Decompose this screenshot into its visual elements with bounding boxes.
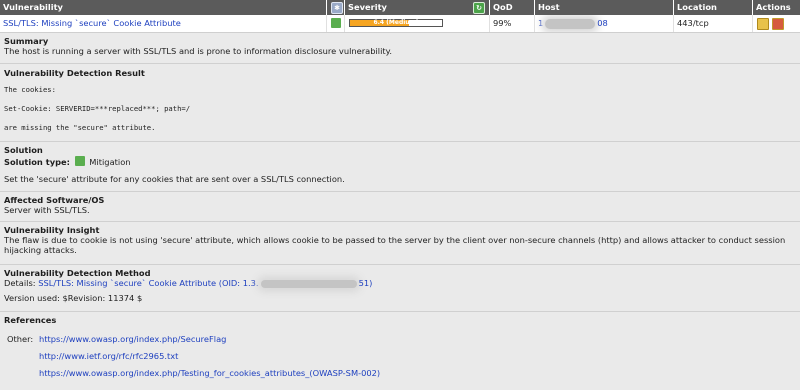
details-icon[interactable] — [757, 17, 769, 30]
redacted-host — [545, 18, 596, 29]
solution-type-cell — [327, 15, 345, 32]
details-label: Details: — [4, 278, 36, 288]
location-value: 443/tcp — [677, 18, 709, 28]
summary-title: Summary — [4, 36, 49, 46]
solution-section: Solution Solution type: Mitigation Set t… — [0, 141, 800, 184]
summary-section: Summary The host is running a server wit… — [0, 36, 800, 56]
column-location[interactable]: Location — [674, 0, 753, 15]
detection-result-title: Vulnerability Detection Result — [4, 68, 145, 78]
sort-icon[interactable]: ↻ — [473, 2, 485, 14]
column-severity[interactable]: Severity ↻ — [345, 0, 490, 15]
reference-link-3[interactable]: https://www.owasp.org/index.php/Testing_… — [39, 368, 380, 378]
host-link[interactable]: 1 08 — [538, 18, 608, 29]
actions-cell — [753, 15, 800, 32]
redacted-oid — [260, 279, 357, 288]
solution-type-value: Mitigation — [89, 157, 131, 167]
column-severity-label: Severity — [348, 2, 387, 12]
column-vulnerability-label: Vulnerability — [3, 2, 63, 12]
detection-method-title: Vulnerability Detection Method — [4, 268, 151, 278]
puzzle-icon: ✱ — [331, 2, 343, 14]
severity-bar-label: 6.4 (Medium) — [373, 19, 419, 26]
table-row: SSL/TLS: Missing `secure` Cookie Attribu… — [0, 15, 800, 33]
column-actions-label: Actions — [756, 2, 791, 12]
override-icon[interactable] — [771, 17, 784, 30]
detection-result-line3: are missing the "secure" attribute. — [4, 123, 156, 132]
insight-line2: hijacking attacks. — [4, 245, 77, 255]
host-cell: 1 08 — [535, 15, 674, 32]
column-solution-type[interactable]: ✱ — [327, 0, 345, 15]
detection-result-section: Vulnerability Detection Result The cooki… — [0, 63, 800, 140]
insight-title: Vulnerability Insight — [4, 225, 100, 235]
mitigation-icon — [331, 17, 341, 28]
column-host[interactable]: Host — [535, 0, 674, 15]
severity-cell: 6.4 (Medium) — [345, 15, 490, 32]
affected-text: Server with SSL/TLS. — [4, 205, 90, 215]
detection-method-link[interactable]: SSL/TLS: Missing `secure` Cookie Attribu… — [38, 278, 372, 288]
solution-text: Set the 'secure' attribute for any cooki… — [4, 173, 345, 184]
severity-bar: 6.4 (Medium) — [349, 19, 443, 27]
solution-type-label: Solution type: — [4, 157, 70, 167]
column-vulnerability[interactable]: Vulnerability — [0, 0, 327, 15]
result-details: Summary The host is running a server wit… — [0, 33, 800, 390]
references-section: References Other: https://www.owasp.org/… — [0, 311, 800, 390]
detection-method-section: Vulnerability Detection Method Details: … — [0, 264, 800, 303]
reference-link-2[interactable]: http://www.ietf.org/rfc/rfc2965.txt — [39, 351, 178, 361]
results-table-header: Vulnerability ✱ Severity ↻ QoD Host Loca… — [0, 0, 800, 15]
vulnerability-cell: SSL/TLS: Missing `secure` Cookie Attribu… — [0, 15, 327, 32]
vulnerability-link[interactable]: SSL/TLS: Missing `secure` Cookie Attribu… — [3, 18, 181, 28]
detection-result-line2: Set-Cookie: SERVERID=***replaced***; pat… — [4, 104, 191, 113]
insight-section: Vulnerability Insight The flaw is due to… — [0, 221, 800, 255]
column-qod-label: QoD — [493, 2, 513, 12]
detection-method-link-end: 51) — [358, 278, 373, 288]
affected-title: Affected Software/OS — [4, 195, 105, 205]
column-location-label: Location — [677, 2, 717, 12]
reference-link-1[interactable]: https://www.owasp.org/index.php/SecureFl… — [39, 334, 226, 344]
qod-cell: 99% — [490, 15, 535, 32]
column-actions: Actions — [753, 0, 800, 15]
version-used: Version used: $Revision: 11374 $ — [4, 293, 143, 303]
insight-line1: The flaw is due to cookie is not using '… — [4, 235, 786, 245]
detection-result-line1: The cookies: — [4, 85, 56, 94]
location-cell: 443/tcp — [674, 15, 753, 32]
qod-value: 99% — [493, 18, 512, 28]
column-host-label: Host — [538, 2, 560, 12]
host-suffix: 08 — [597, 18, 608, 28]
host-prefix: 1 — [538, 18, 544, 28]
references-other-label: Other: — [7, 334, 34, 344]
mitigation-type-icon — [74, 155, 85, 166]
column-qod[interactable]: QoD — [490, 0, 535, 15]
references-title: References — [4, 315, 57, 325]
detection-method-link-text: SSL/TLS: Missing `secure` Cookie Attribu… — [38, 278, 259, 288]
affected-section: Affected Software/OS Server with SSL/TLS… — [0, 191, 800, 215]
solution-title: Solution — [4, 145, 43, 155]
summary-text: The host is running a server with SSL/TL… — [4, 46, 393, 56]
